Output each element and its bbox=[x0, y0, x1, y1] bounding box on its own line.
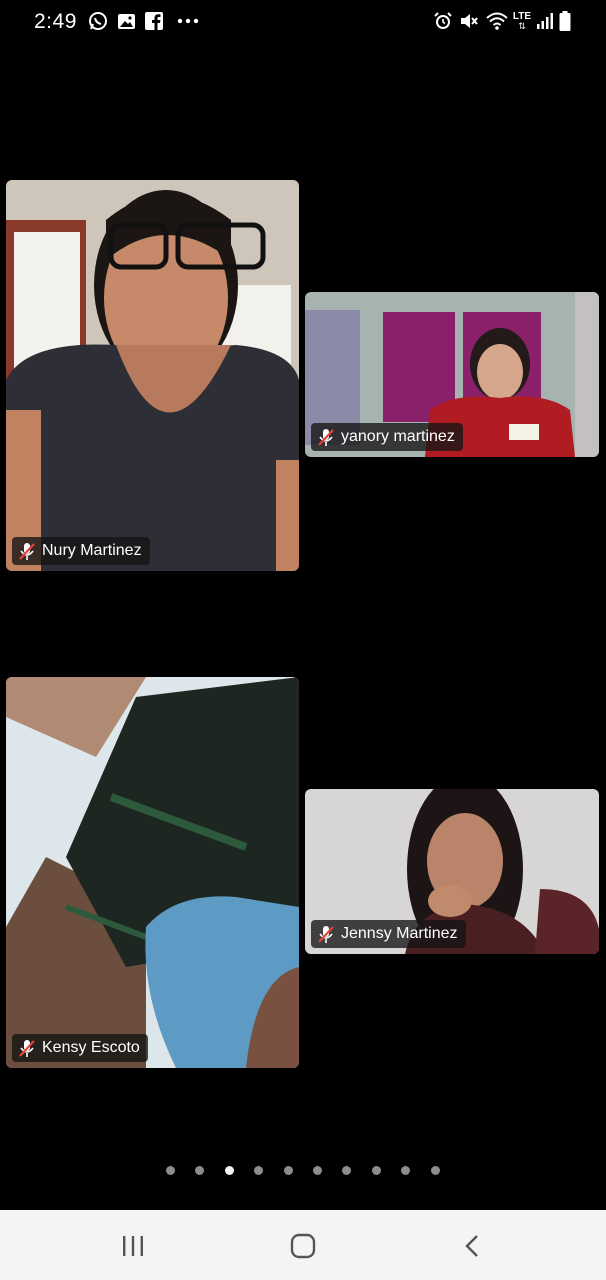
video-tile-yanory-martinez[interactable]: yanory martinez bbox=[305, 292, 599, 457]
network-label: LTE bbox=[512, 10, 532, 22]
participant-name-tag: Kensy Escoto bbox=[12, 1034, 148, 1062]
page-indicator bbox=[0, 1166, 606, 1178]
gallery-icon bbox=[115, 10, 137, 32]
page-dot[interactable] bbox=[401, 1166, 410, 1175]
video-tile-kensy-escoto[interactable]: Kensy Escoto bbox=[6, 677, 299, 1068]
page-dot[interactable] bbox=[342, 1166, 351, 1175]
page-dot[interactable] bbox=[195, 1166, 204, 1175]
page-dot[interactable] bbox=[313, 1166, 322, 1175]
muted-mic-icon bbox=[317, 427, 335, 447]
home-icon bbox=[290, 1233, 316, 1259]
participant-name-tag: Nury Martinez bbox=[12, 537, 150, 565]
page-dot[interactable] bbox=[254, 1166, 263, 1175]
clock: 2:49 bbox=[34, 10, 77, 33]
page-dot[interactable] bbox=[431, 1166, 440, 1175]
participant-name-tag: Jennsy Martinez bbox=[311, 920, 466, 948]
page-dot[interactable] bbox=[284, 1166, 293, 1175]
page-dot[interactable] bbox=[372, 1166, 381, 1175]
battery-icon bbox=[557, 10, 573, 32]
wifi-icon bbox=[485, 10, 509, 32]
back-icon bbox=[465, 1235, 478, 1257]
participant-name: Jennsy Martinez bbox=[341, 925, 458, 942]
muted-mic-icon bbox=[18, 1038, 36, 1058]
more-icon bbox=[176, 10, 200, 32]
recent-apps-button[interactable] bbox=[113, 1230, 153, 1262]
navigation-bar bbox=[0, 1210, 606, 1280]
participant-name: Kensy Escoto bbox=[42, 1039, 140, 1056]
facebook-icon bbox=[143, 10, 165, 32]
home-button[interactable] bbox=[283, 1230, 323, 1262]
participant-name-tag: yanory martinez bbox=[311, 423, 463, 451]
mute-icon bbox=[458, 10, 480, 32]
alarm-icon bbox=[432, 10, 454, 32]
page-dot-active[interactable] bbox=[225, 1166, 234, 1175]
video-tile-nury-martinez[interactable]: Nury Martinez bbox=[6, 180, 299, 571]
video-tile-jennsy-martinez[interactable]: Jennsy Martinez bbox=[305, 789, 599, 954]
lte-icon: LTE ⇅ bbox=[512, 10, 532, 31]
muted-mic-icon bbox=[18, 541, 36, 561]
status-bar: 2:49 LTE ⇅ bbox=[0, 0, 606, 44]
signal-icon bbox=[535, 10, 555, 32]
video-feed bbox=[6, 180, 299, 571]
participant-name: yanory martinez bbox=[341, 428, 455, 445]
muted-mic-icon bbox=[317, 924, 335, 944]
video-feed bbox=[6, 677, 299, 1068]
whatsapp-icon bbox=[87, 10, 109, 32]
page-dot[interactable] bbox=[166, 1166, 175, 1175]
back-button[interactable] bbox=[452, 1230, 492, 1262]
participant-name: Nury Martinez bbox=[42, 542, 142, 559]
recent-apps-icon bbox=[123, 1236, 143, 1256]
